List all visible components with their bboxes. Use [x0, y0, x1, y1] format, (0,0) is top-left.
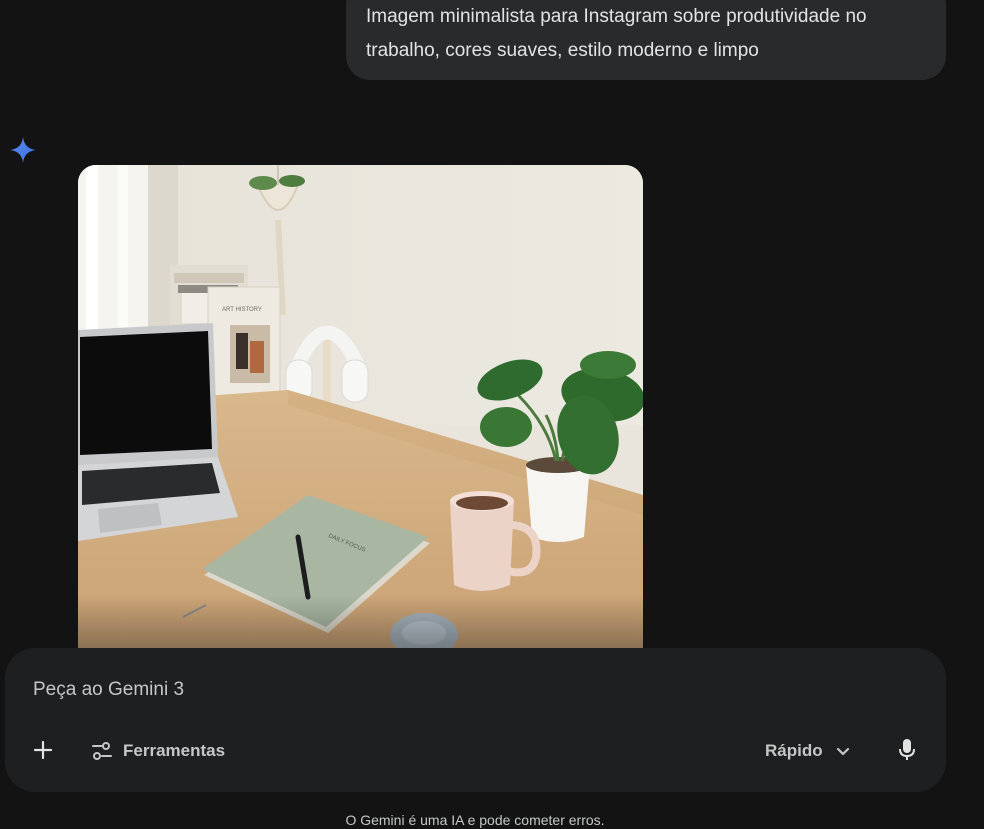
- prompt-composer: Ferramentas Rápido: [5, 648, 946, 792]
- plus-icon: [33, 740, 53, 760]
- tools-label: Ferramentas: [123, 741, 226, 760]
- mode-label: Rápido: [765, 741, 823, 760]
- microphone-button[interactable]: [895, 737, 919, 763]
- add-button[interactable]: [29, 736, 57, 764]
- tools-button[interactable]: Ferramentas: [91, 738, 225, 764]
- mode-selector[interactable]: Rápido: [765, 738, 851, 764]
- microphone-icon: [899, 739, 915, 760]
- art-book-title: ART HISTORY: [222, 307, 262, 313]
- user-message-text: Imagem minimalista para Instagram sobre …: [366, 6, 867, 61]
- disclaimer-text: O Gemini é uma IA e pode cometer erros.: [345, 812, 605, 828]
- user-message-bubble: Imagem minimalista para Instagram sobre …: [346, 0, 946, 80]
- generated-image[interactable]: ART HISTORY DAILY FOCUS: [78, 165, 643, 665]
- chevron-down-icon: [836, 747, 849, 756]
- sliders-icon: [92, 742, 112, 760]
- gemini-sparkle-icon: [9, 136, 37, 164]
- prompt-input[interactable]: [33, 676, 913, 704]
